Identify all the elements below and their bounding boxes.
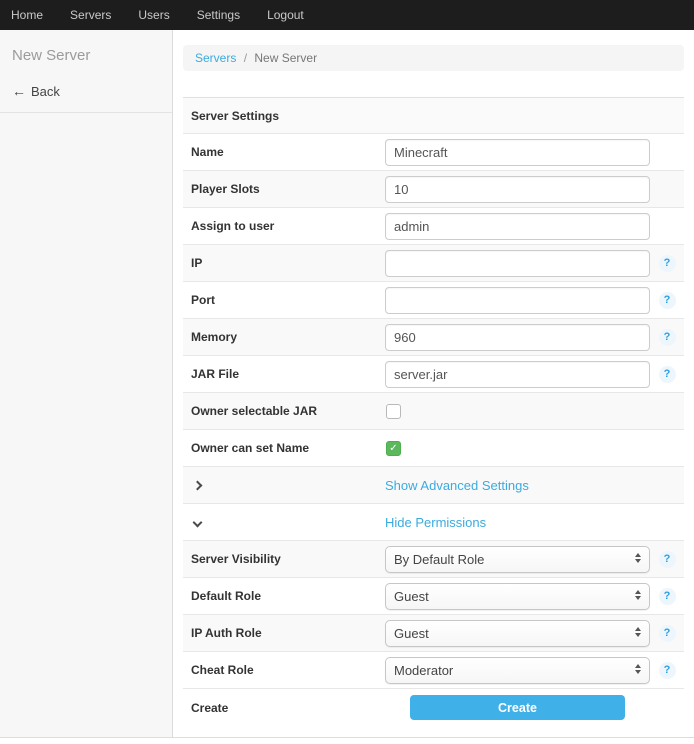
field-label-assign-to-user: Assign to user bbox=[183, 219, 385, 233]
breadcrumb-current: New Server bbox=[254, 51, 317, 65]
form-row: Hide Permissions bbox=[183, 504, 684, 541]
form-row: Server Visibility By Default Role ? bbox=[183, 541, 684, 578]
form-rows: Name Player Slots Assign to user IP ? Po… bbox=[183, 134, 684, 726]
help-icon[interactable]: ? bbox=[659, 662, 676, 679]
sidebar: New Server ← Back bbox=[0, 30, 173, 737]
field-label-server-visibility: Server Visibility bbox=[183, 552, 385, 566]
nav-item-servers[interactable]: Servers bbox=[60, 0, 121, 30]
form-row: Show Advanced Settings bbox=[183, 467, 684, 504]
field-label bbox=[183, 515, 385, 529]
nav-item-home[interactable]: Home bbox=[1, 0, 53, 30]
help-icon[interactable]: ? bbox=[659, 255, 676, 272]
breadcrumb: Servers / New Server bbox=[183, 45, 684, 71]
select-arrows-icon bbox=[635, 664, 641, 674]
select-arrows-icon bbox=[635, 627, 641, 637]
field-label-port: Port bbox=[183, 293, 385, 307]
select-default-role[interactable]: Guest bbox=[385, 583, 650, 610]
input-port[interactable] bbox=[385, 287, 650, 314]
field-label-cheat-role: Cheat Role bbox=[183, 663, 385, 677]
checkbox-owner-selectable-jar[interactable] bbox=[386, 404, 401, 419]
select-value: Guest bbox=[394, 626, 429, 641]
form-row: Create Create bbox=[183, 689, 684, 726]
create-button[interactable]: Create bbox=[410, 695, 625, 720]
help-icon[interactable]: ? bbox=[659, 551, 676, 568]
field-label-ip-auth-role: IP Auth Role bbox=[183, 626, 385, 640]
field-label bbox=[183, 478, 385, 492]
toggle-link-show-advanced-settings[interactable]: Show Advanced Settings bbox=[385, 478, 529, 493]
select-value: Moderator bbox=[394, 663, 453, 678]
form-row: Memory ? bbox=[183, 319, 684, 356]
breadcrumb-servers-link[interactable]: Servers bbox=[195, 51, 236, 65]
help-icon[interactable]: ? bbox=[659, 366, 676, 383]
chevron-right-icon bbox=[193, 481, 203, 491]
field-label-memory: Memory bbox=[183, 330, 385, 344]
field-label-owner-selectable-jar: Owner selectable JAR bbox=[183, 404, 385, 418]
field-label-default-role: Default Role bbox=[183, 589, 385, 603]
input-memory[interactable] bbox=[385, 324, 650, 351]
main-content: Servers / New Server Server Settings Nam… bbox=[173, 30, 694, 737]
select-arrows-icon bbox=[635, 553, 641, 563]
form-row: Cheat Role Moderator ? bbox=[183, 652, 684, 689]
nav-item-logout[interactable]: Logout bbox=[257, 0, 314, 30]
form-row: Owner selectable JAR bbox=[183, 393, 684, 430]
form-row: Player Slots bbox=[183, 171, 684, 208]
form-row: Owner can set Name ✓ bbox=[183, 430, 684, 467]
back-arrow-icon: ← bbox=[12, 83, 26, 99]
field-label-jar-file: JAR File bbox=[183, 367, 385, 381]
field-label-owner-can-set-name: Owner can set Name bbox=[183, 441, 385, 455]
input-ip[interactable] bbox=[385, 250, 650, 277]
select-cheat-role[interactable]: Moderator bbox=[385, 657, 650, 684]
toggle-link-hide-permissions[interactable]: Hide Permissions bbox=[385, 515, 486, 530]
select-value: By Default Role bbox=[394, 552, 484, 567]
form-row: Default Role Guest ? bbox=[183, 578, 684, 615]
select-arrows-icon bbox=[635, 590, 641, 600]
field-label-player-slots: Player Slots bbox=[183, 182, 385, 196]
back-link[interactable]: ← Back bbox=[0, 77, 172, 113]
select-server-visibility[interactable]: By Default Role bbox=[385, 546, 650, 573]
help-icon[interactable]: ? bbox=[659, 625, 676, 642]
top-navbar: Home Servers Users Settings Logout bbox=[0, 0, 694, 30]
input-name[interactable] bbox=[385, 139, 650, 166]
field-label-create: Create bbox=[183, 701, 385, 715]
help-icon[interactable]: ? bbox=[659, 588, 676, 605]
server-settings-form: Server Settings Name Player Slots Assign… bbox=[183, 97, 684, 726]
input-jar-file[interactable] bbox=[385, 361, 650, 388]
form-row: Port ? bbox=[183, 282, 684, 319]
help-icon[interactable]: ? bbox=[659, 292, 676, 309]
input-assign-to-user[interactable] bbox=[385, 213, 650, 240]
back-link-label: Back bbox=[31, 84, 60, 99]
nav-item-users[interactable]: Users bbox=[128, 0, 179, 30]
nav-item-settings[interactable]: Settings bbox=[187, 0, 250, 30]
breadcrumb-separator: / bbox=[244, 51, 247, 65]
page-body: New Server ← Back Servers / New Server Se… bbox=[0, 30, 694, 738]
form-row: IP ? bbox=[183, 245, 684, 282]
input-player-slots[interactable] bbox=[385, 176, 650, 203]
help-icon[interactable]: ? bbox=[659, 329, 676, 346]
checkbox-owner-can-set-name[interactable]: ✓ bbox=[386, 441, 401, 456]
field-label-name: Name bbox=[183, 145, 385, 159]
page-title: New Server bbox=[0, 30, 172, 77]
select-ip-auth-role[interactable]: Guest bbox=[385, 620, 650, 647]
form-row: IP Auth Role Guest ? bbox=[183, 615, 684, 652]
form-row: Name bbox=[183, 134, 684, 171]
field-label-ip: IP bbox=[183, 256, 385, 270]
form-row: JAR File ? bbox=[183, 356, 684, 393]
chevron-down-icon bbox=[193, 518, 203, 528]
select-value: Guest bbox=[394, 589, 429, 604]
form-row: Assign to user bbox=[183, 208, 684, 245]
section-header: Server Settings bbox=[183, 98, 684, 134]
